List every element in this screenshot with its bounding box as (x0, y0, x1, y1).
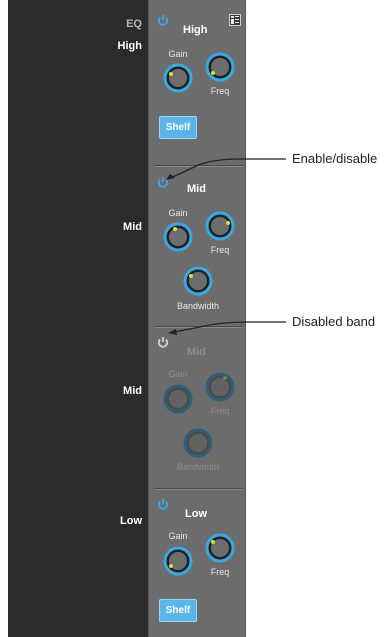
row-label-mid-2: Mid (123, 385, 142, 397)
callout-disabled-band: Disabled band (292, 314, 376, 329)
row-label-low: Low (120, 515, 142, 527)
gain-knob-mid-1[interactable] (163, 222, 193, 252)
callout-enable-disable: Enable/disable (292, 151, 378, 166)
band-title-high: High (183, 24, 208, 36)
bandwidth-knob-mid-1[interactable] (183, 266, 213, 296)
power-icon[interactable] (157, 14, 169, 26)
gain-knob-mid-2[interactable] (163, 384, 193, 414)
power-icon[interactable] (157, 498, 169, 510)
shelf-button-low[interactable]: Shelf (159, 599, 197, 622)
band-title-low: Low (185, 508, 207, 520)
band-high: High Gain Freq Shelf (149, 0, 245, 165)
eq-label: EQ (126, 18, 142, 30)
band-low: Low Gain Freq Shelf (149, 489, 245, 637)
band-mid-1: Mid Gain Freq Bandwidth (149, 166, 245, 326)
bandwidth-label-mid-2: Bandwidth (176, 462, 220, 472)
gain-knob-low[interactable] (163, 546, 193, 576)
gain-label-mid-2: Gain (168, 369, 188, 379)
band-mid-2: Mid Gain Freq Bandwidth (149, 327, 245, 487)
row-label-high: High (117, 40, 142, 52)
band-title-mid-2: Mid (187, 346, 206, 358)
freq-knob-low[interactable] (205, 533, 235, 563)
freq-knob-high[interactable] (205, 52, 235, 82)
shelf-button-high[interactable]: Shelf (159, 116, 197, 139)
freq-knob-mid-1[interactable] (205, 211, 235, 241)
gain-label-mid-1: Gain (168, 208, 188, 218)
gain-knob-high[interactable] (163, 63, 193, 93)
callout-arrow-disabled (168, 321, 286, 335)
freq-label-mid-2: Freq (210, 406, 230, 416)
freq-label-high: Freq (210, 86, 230, 96)
gain-label-high: Gain (168, 49, 188, 59)
row-label-mid-1: Mid (123, 221, 142, 233)
bandwidth-knob-mid-2[interactable] (183, 428, 213, 458)
channel-label-strip: EQ High Mid Mid Low (8, 0, 148, 637)
callout-arrow-enable (166, 158, 286, 180)
bandwidth-label-mid-1: Bandwidth (176, 301, 220, 311)
freq-label-mid-1: Freq (210, 245, 230, 255)
gain-label-low: Gain (168, 531, 188, 541)
freq-knob-mid-2[interactable] (205, 372, 235, 402)
freq-label-low: Freq (210, 567, 230, 577)
